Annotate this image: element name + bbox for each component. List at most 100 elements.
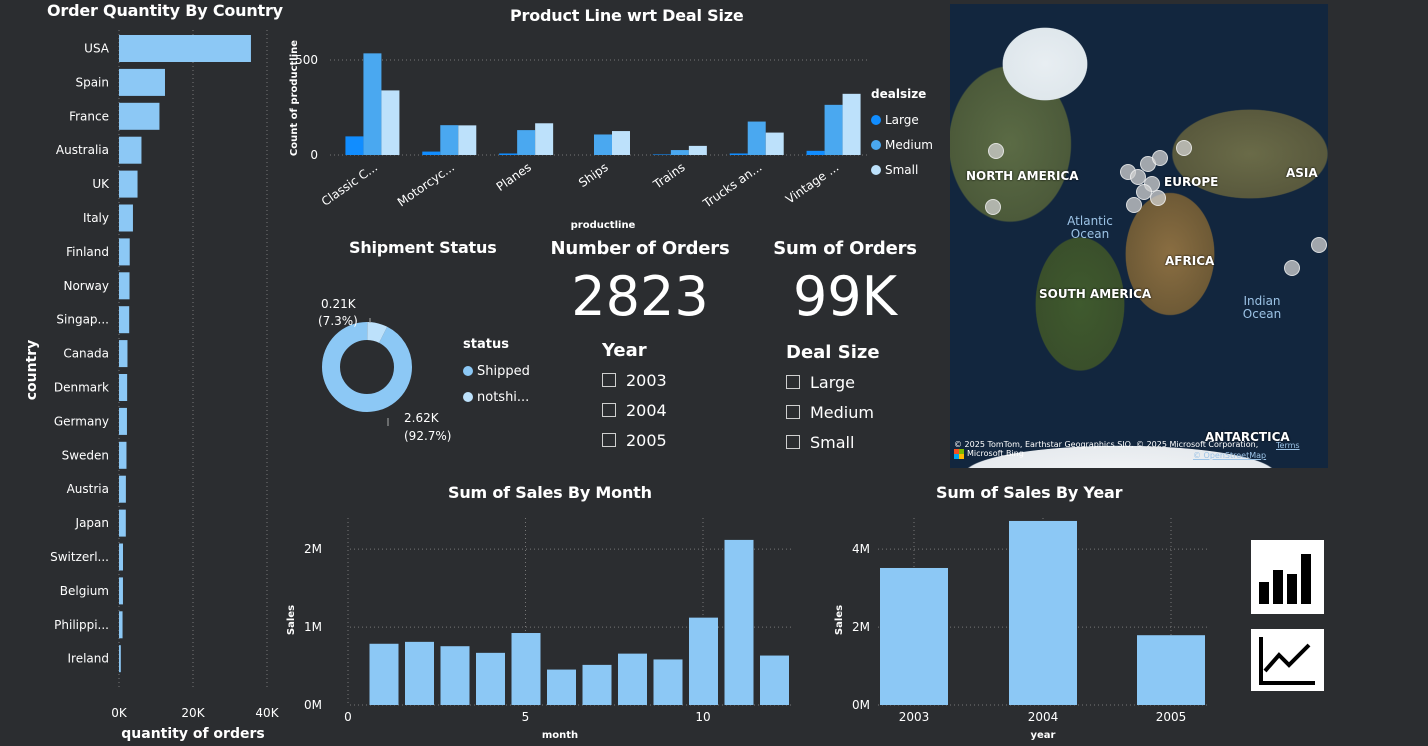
productline-bar[interactable]: [499, 153, 518, 155]
country-bar[interactable]: [119, 238, 130, 266]
year-option-2003[interactable]: 2003: [602, 365, 667, 395]
country-bar[interactable]: [119, 441, 127, 469]
productline-bar[interactable]: [345, 136, 364, 155]
productline-bar[interactable]: [440, 125, 459, 155]
status-legend[interactable]: status Shipped notshi...: [463, 337, 530, 410]
donut-slice[interactable]: [322, 322, 412, 412]
map-osm-link[interactable]: © OpenStreetMap: [1193, 451, 1266, 460]
month-bar[interactable]: [724, 539, 754, 705]
map-bubble[interactable]: [1152, 150, 1168, 166]
year-option-2004[interactable]: 2004: [602, 395, 667, 425]
country-bar[interactable]: [119, 645, 121, 673]
country-bar-chart[interactable]: USA Spain France Australia UK Italy Finland Nor…: [0, 25, 285, 746]
country-bar[interactable]: [119, 272, 130, 300]
productline-bar[interactable]: [729, 153, 748, 155]
legend-item-small[interactable]: Small: [871, 157, 933, 182]
map-bubble[interactable]: [985, 199, 1001, 215]
orders-card-title: Number of Orders: [550, 238, 730, 259]
dealsize-option-large[interactable]: Large: [786, 367, 880, 397]
productline-bar[interactable]: [363, 53, 382, 155]
productline-bar[interactable]: [535, 123, 554, 155]
country-label: Canada: [63, 347, 109, 361]
year-bar[interactable]: [1009, 520, 1077, 705]
month-bar[interactable]: [689, 617, 718, 705]
dealsize-option-small[interactable]: Small: [786, 427, 880, 457]
checkbox[interactable]: [786, 375, 800, 389]
legend-item-medium[interactable]: Medium: [871, 132, 933, 157]
month-bar[interactable]: [547, 669, 576, 705]
productline-bar[interactable]: [422, 151, 441, 155]
country-bar[interactable]: [119, 136, 142, 164]
productline-bar[interactable]: [652, 154, 671, 155]
year-slicer[interactable]: Year 2003 2004 2005: [602, 340, 667, 455]
month-chart-title: Sum of Sales By Month: [448, 483, 652, 502]
month-bar[interactable]: [440, 646, 470, 705]
legend-item-shipped[interactable]: Shipped: [463, 358, 530, 384]
country-bar[interactable]: [119, 509, 126, 537]
country-bar[interactable]: [119, 475, 126, 503]
month-bar[interactable]: [405, 641, 434, 705]
productline-bar[interactable]: [517, 130, 536, 155]
checkbox[interactable]: [602, 373, 616, 387]
country-bar[interactable]: [119, 374, 128, 401]
productline-bar[interactable]: [381, 90, 400, 155]
month-bar[interactable]: [582, 664, 612, 705]
legend-item-large[interactable]: Large: [871, 107, 933, 132]
country-label: Sweden: [62, 448, 109, 462]
productline-bar[interactable]: [842, 93, 861, 155]
map-bubble[interactable]: [988, 143, 1004, 159]
map-bubble[interactable]: [1176, 140, 1192, 156]
country-bar[interactable]: [119, 102, 160, 130]
productline-bar-chart[interactable]: Classic C... Motorcyc... Planes Ships Trains…: [280, 28, 940, 238]
month-bar[interactable]: [369, 643, 399, 705]
country-bar[interactable]: [119, 340, 128, 368]
country-bar[interactable]: [119, 306, 130, 334]
productline-bar[interactable]: [747, 121, 766, 155]
country-bar[interactable]: [119, 611, 123, 639]
dealsize-option-medium[interactable]: Medium: [786, 397, 880, 427]
productline-bar[interactable]: [688, 145, 707, 155]
productline-bar[interactable]: [670, 150, 689, 155]
map-terms-link[interactable]: Terms: [1276, 441, 1300, 450]
dealsize-legend[interactable]: dealsize Large Medium Small: [871, 87, 933, 182]
map-bubble[interactable]: [1284, 260, 1300, 276]
productline-bar[interactable]: [765, 132, 784, 155]
productline-bar[interactable]: [806, 150, 825, 155]
sales-by-month-chart[interactable]: 0M 1M 2M 0 5 10 Sales month: [282, 508, 802, 746]
map-bubble[interactable]: [1150, 190, 1166, 206]
map-bubble[interactable]: [1311, 237, 1327, 253]
line-chart-button[interactable]: [1251, 629, 1324, 691]
legend-item-notshipped[interactable]: notshi...: [463, 384, 530, 410]
year-option-2005[interactable]: 2005: [602, 425, 667, 455]
productline-bar[interactable]: [824, 104, 843, 155]
country-bar[interactable]: [119, 35, 251, 62]
checkbox[interactable]: [602, 433, 616, 447]
year-bar[interactable]: [1137, 635, 1205, 705]
country-bar[interactable]: [119, 204, 133, 232]
dealsize-slicer[interactable]: Deal Size Large Medium Small: [786, 342, 880, 457]
year-bar[interactable]: [880, 567, 948, 705]
productline-bar[interactable]: [594, 134, 612, 155]
checkbox[interactable]: [602, 403, 616, 417]
bar-chart-button[interactable]: [1251, 540, 1324, 614]
month-bar[interactable]: [760, 655, 789, 705]
sales-by-year-chart[interactable]: 0M 2M 4M 2003 2004 2005 Sales year: [830, 508, 1220, 746]
map-bubble[interactable]: [1126, 197, 1142, 213]
productline-bar[interactable]: [458, 125, 477, 155]
month-bar[interactable]: [511, 633, 541, 705]
x-tick-label: 2003: [899, 710, 930, 724]
world-map[interactable]: NORTH AMERICA EUROPE ASIA AFRICA SOUTH A…: [950, 4, 1328, 468]
country-bar[interactable]: [119, 170, 138, 198]
month-bar[interactable]: [653, 659, 683, 705]
productline-bar[interactable]: [612, 131, 630, 155]
country-bar[interactable]: [119, 577, 123, 605]
checkbox[interactable]: [786, 405, 800, 419]
country-bar[interactable]: [119, 68, 165, 96]
country-bar[interactable]: [119, 543, 123, 571]
country-bar[interactable]: [119, 407, 127, 435]
month-bar[interactable]: [618, 653, 647, 705]
productline-tick-label: Trains: [650, 160, 688, 192]
checkbox[interactable]: [786, 435, 800, 449]
month-bar[interactable]: [476, 652, 505, 705]
y-tick-label: 2M: [304, 542, 322, 556]
